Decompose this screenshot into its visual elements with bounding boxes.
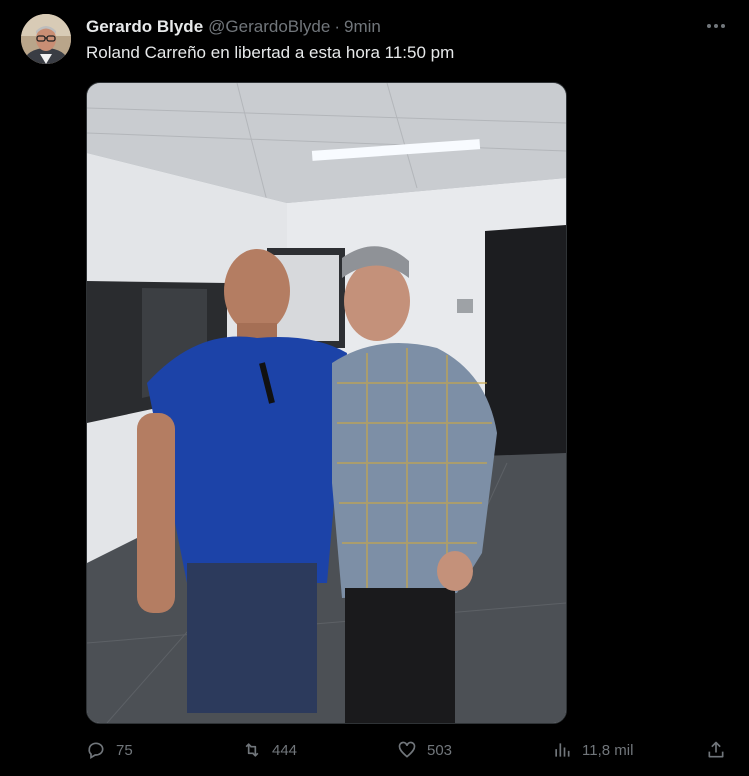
- more-horizontal-icon[interactable]: [704, 18, 728, 34]
- separator-dot: ·: [334, 17, 340, 36]
- tweet-text: Roland Carreño en libertad a esta hora 1…: [86, 43, 455, 62]
- tweet-actions: 75 444 503 11,8 mil: [86, 737, 736, 763]
- reply-count: 75: [116, 741, 133, 759]
- avatar[interactable]: [21, 14, 71, 64]
- tweet-photo[interactable]: [86, 82, 567, 724]
- reply-icon: [88, 742, 104, 759]
- tweet-header: Gerardo Blyde @GerardoBlyde · 9min: [86, 16, 381, 38]
- share-button[interactable]: [706, 737, 736, 763]
- like-button[interactable]: 503: [397, 737, 452, 763]
- repost-icon: [245, 743, 259, 757]
- tweet[interactable]: Gerardo Blyde @GerardoBlyde · 9min Rolan…: [0, 0, 749, 776]
- repost-button[interactable]: 444: [242, 737, 297, 763]
- author-name[interactable]: Gerardo Blyde: [86, 17, 203, 37]
- like-count: 503: [427, 741, 453, 759]
- views-button[interactable]: 11,8 mil: [552, 737, 633, 763]
- share-icon: [708, 741, 724, 758]
- reply-button[interactable]: 75: [86, 737, 133, 763]
- heart-icon: [398, 741, 416, 758]
- analytics-icon: [555, 743, 570, 757]
- views-count: 11,8 mil: [582, 741, 634, 759]
- photo-two-men-in-office: [87, 83, 566, 723]
- repost-count: 444: [272, 741, 298, 759]
- avatar-image: [21, 14, 71, 64]
- author-handle[interactable]: @GerardoBlyde: [208, 17, 330, 37]
- tweet-time[interactable]: 9min: [344, 17, 381, 37]
